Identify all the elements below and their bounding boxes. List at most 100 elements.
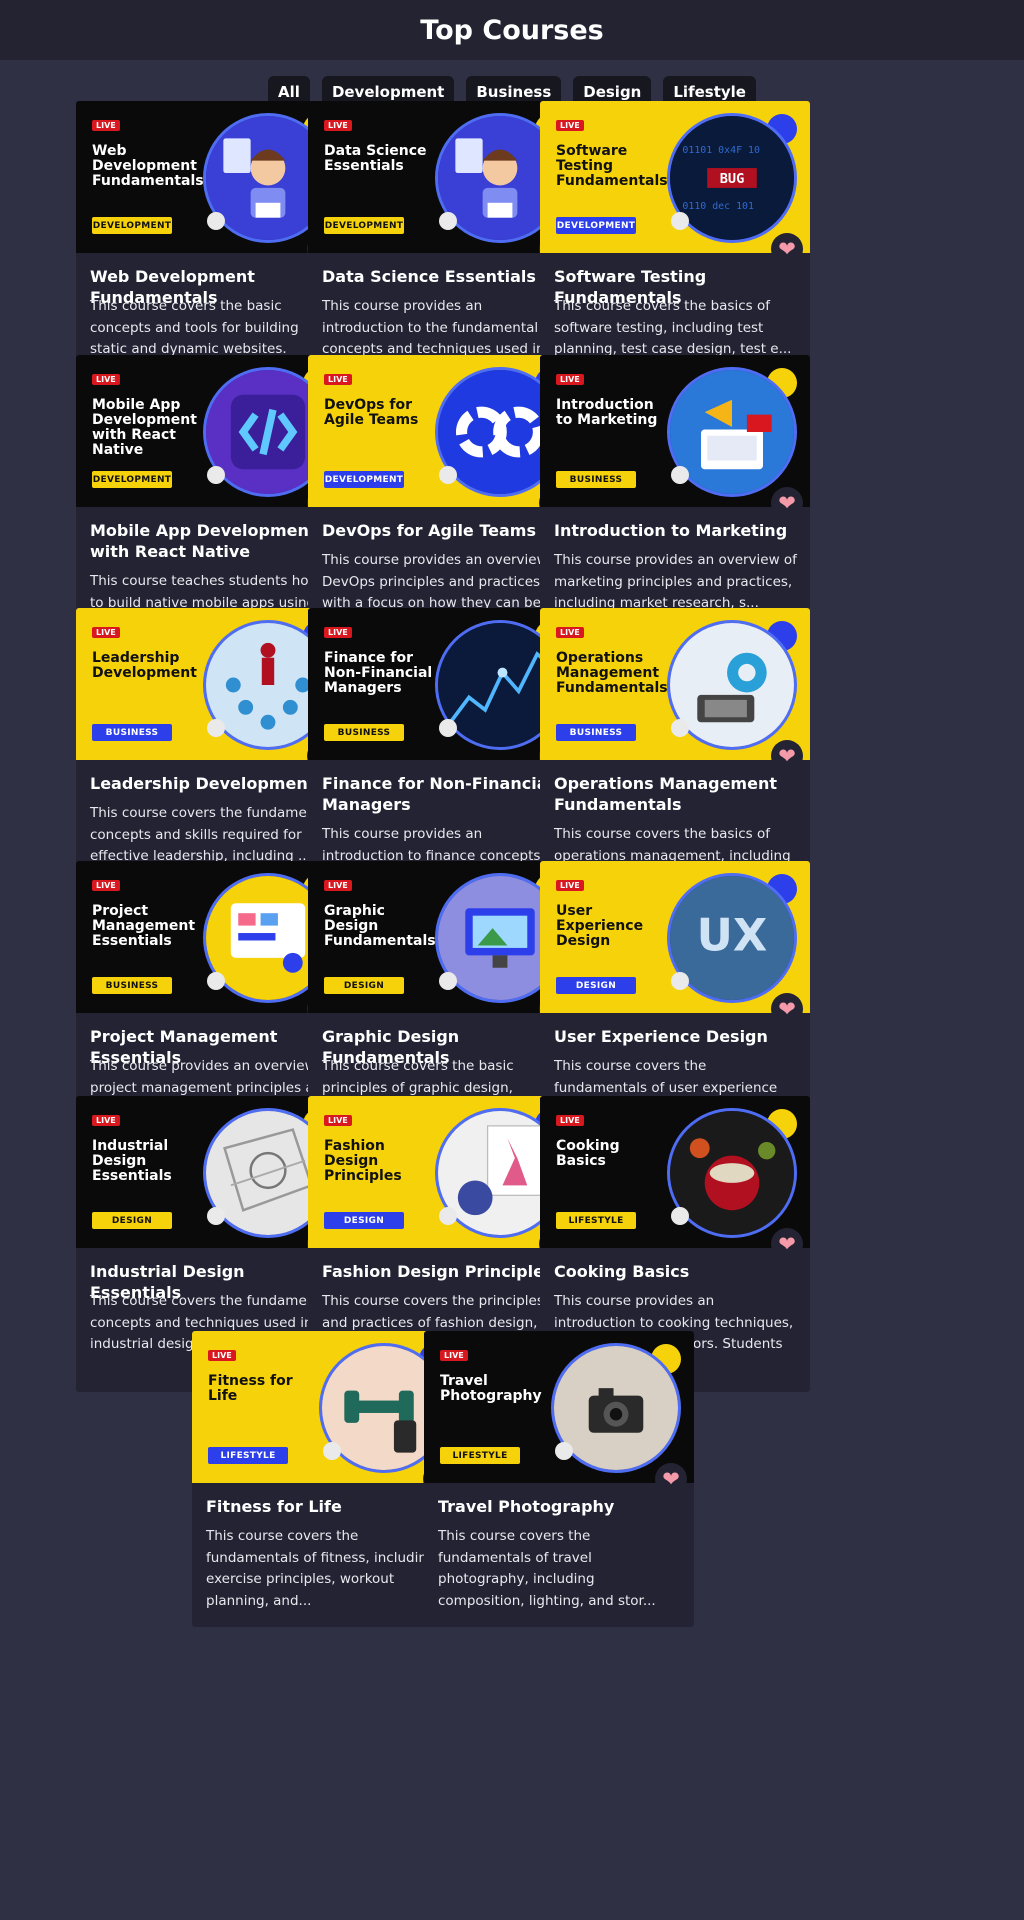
course-banner: LIVE DevOps for Agile Teams DEVELOPMENT — [308, 355, 578, 507]
live-badge: LIVE — [92, 374, 120, 385]
live-badge: LIVE — [92, 880, 120, 891]
favorite-heart-icon[interactable]: ❤ — [771, 1228, 803, 1260]
course-card[interactable]: LIVE Operations Management Fundamentals BU… — [540, 608, 810, 904]
banner-title: Project Management Essentials — [92, 903, 196, 949]
course-card[interactable]: LIVE Introduction to Marketing BUSINESS ❤ In… — [540, 355, 810, 651]
decorative-dot — [207, 212, 225, 230]
category-tag: BUSINESS — [92, 724, 172, 741]
decorative-dot — [323, 1442, 341, 1460]
category-tag: DEVELOPMENT — [324, 217, 404, 234]
course-banner: LIVE Introduction to Marketing BUSINESS — [540, 355, 810, 507]
category-tag: BUSINESS — [556, 471, 636, 488]
category-tag: DESIGN — [556, 977, 636, 994]
course-banner: LIVE Web Development Fundamentals DEVELOPM… — [76, 101, 346, 253]
course-title[interactable]: Fashion Design Principles — [322, 1261, 562, 1282]
category-tag: LIFESTYLE — [556, 1212, 636, 1229]
favorite-heart-icon[interactable]: ❤ — [771, 487, 803, 519]
decorative-dot — [439, 719, 457, 737]
course-banner: LIVE Software Testing Fundamentals DEVELOP… — [540, 101, 810, 253]
course-description: This course covers the fundamentals of t… — [438, 1528, 656, 1609]
banner-title: Leadership Development — [92, 650, 197, 681]
course-card[interactable]: LIVEDevOps for Agile TeamsDEVELOPMENT❤De… — [308, 355, 578, 651]
decorative-dot — [207, 466, 225, 484]
banner-title: Industrial Design Essentials — [92, 1138, 172, 1184]
course-card[interactable]: LIVEData Science EssentialsDEVELOPMENT❤D… — [308, 101, 578, 397]
course-title[interactable]: Finance for Non-Financial Managers — [322, 773, 562, 815]
course-banner: LIVE Fitness for Life LIFESTYLE — [192, 1331, 462, 1483]
live-badge: LIVE — [92, 1115, 120, 1126]
live-badge: LIVE — [324, 880, 352, 891]
course-banner: LIVE Operations Management Fundamentals BU… — [540, 608, 810, 760]
course-card[interactable]: LIVEFitness for LifeLIFESTYLE❤Fitness fo… — [192, 1331, 462, 1627]
banner-title: Finance for Non-Financial Managers — [324, 650, 433, 696]
favorite-heart-icon[interactable]: ❤ — [655, 1463, 687, 1495]
live-badge: LIVE — [440, 1350, 468, 1361]
decorative-dot — [671, 972, 689, 990]
course-banner: LIVE User Experience Design DESIGN UX — [540, 861, 810, 1013]
category-tag: BUSINESS — [92, 977, 172, 994]
course-card[interactable]: LIVE Software Testing Fundamentals DEVELOP… — [540, 101, 810, 397]
course-title[interactable]: Cooking Basics — [554, 1261, 794, 1282]
decorative-dot — [671, 719, 689, 737]
live-badge: LIVE — [92, 627, 120, 638]
decorative-dot — [439, 972, 457, 990]
course-card[interactable]: LIVE Travel Photography LIFESTYLE ❤ Travel P… — [424, 1331, 694, 1627]
svg-text:BUG: BUG — [720, 171, 745, 187]
svg-text:UX: UX — [697, 909, 768, 961]
category-tag: DEVELOPMENT — [556, 217, 636, 234]
top-bar: Top Courses — [0, 0, 1024, 60]
course-banner: LIVE Data Science Essentials DEVELOPMENT — [308, 101, 578, 253]
banner-title: Data Science Essentials — [324, 143, 427, 174]
decorative-dot — [439, 212, 457, 230]
banner-title: Graphic Design Fundamentals — [324, 903, 436, 949]
course-title[interactable]: Operations Management Fundamentals — [554, 773, 794, 815]
course-title[interactable]: User Experience Design — [554, 1026, 794, 1047]
course-card[interactable]: LIVE Web Development Fundamentals DEVELOPM… — [76, 101, 346, 397]
course-card[interactable]: LIVELeadership DevelopmentBUSINESS❤Leade… — [76, 608, 346, 904]
banner-title: Introduction to Marketing — [556, 397, 658, 428]
course-banner: LIVE Finance for Non-Financial Managers BU… — [308, 608, 578, 760]
banner-title: DevOps for Agile Teams — [324, 397, 419, 428]
live-badge: LIVE — [324, 374, 352, 385]
course-title[interactable]: Introduction to Marketing — [554, 520, 794, 541]
course-title[interactable]: Data Science Essentials — [322, 266, 562, 287]
banner-title: Travel Photography — [440, 1373, 542, 1404]
live-badge: LIVE — [556, 374, 584, 385]
favorite-heart-icon[interactable]: ❤ — [771, 740, 803, 772]
decorative-dot — [671, 212, 689, 230]
category-tag: BUSINESS — [324, 724, 404, 741]
course-banner: LIVE Cooking Basics LIFESTYLE — [540, 1096, 810, 1248]
course-banner: LIVE Leadership Development BUSINESS — [76, 608, 346, 760]
course-title[interactable]: Fitness for Life — [206, 1496, 446, 1517]
course-description: This course covers the fundamental conce… — [90, 805, 333, 864]
category-tag: DEVELOPMENT — [92, 217, 172, 234]
course-banner: LIVE Travel Photography LIFESTYLE — [424, 1331, 694, 1483]
banner-title: Fashion Design Principles — [324, 1138, 402, 1184]
category-tag: BUSINESS — [556, 724, 636, 741]
course-card[interactable]: LIVE Mobile App Development with React Na… — [76, 355, 346, 651]
category-tag: DESIGN — [324, 977, 404, 994]
course-description: This course provides an overview of mark… — [554, 552, 797, 611]
course-title[interactable]: Leadership Development — [90, 773, 330, 794]
course-card[interactable]: LIVE Finance for Non-Financial Managers BU… — [308, 608, 578, 904]
favorite-heart-icon[interactable]: ❤ — [771, 993, 803, 1025]
live-badge: LIVE — [92, 120, 120, 131]
decorative-dot — [671, 466, 689, 484]
category-tag: DEVELOPMENT — [92, 471, 172, 488]
banner-title: User Experience Design — [556, 903, 644, 949]
decorative-dot — [555, 1442, 573, 1460]
course-banner: LIVE Mobile App Development with React Na… — [76, 355, 346, 507]
banner-title: Software Testing Fundamentals — [556, 143, 668, 189]
category-tag: DESIGN — [92, 1212, 172, 1229]
live-badge: LIVE — [324, 627, 352, 638]
decorative-dot — [439, 466, 457, 484]
course-title[interactable]: Mobile App Development with React Native — [90, 520, 330, 562]
live-badge: LIVE — [208, 1350, 236, 1361]
course-title[interactable]: DevOps for Agile Teams — [322, 520, 562, 541]
course-title[interactable]: Travel Photography — [438, 1496, 678, 1517]
decorative-dot — [439, 1207, 457, 1225]
favorite-heart-icon[interactable]: ❤ — [771, 233, 803, 265]
category-tag: LIFESTYLE — [440, 1447, 520, 1464]
live-badge: LIVE — [324, 120, 352, 131]
svg-text:01101 0x4F 10: 01101 0x4F 10 — [682, 145, 760, 156]
